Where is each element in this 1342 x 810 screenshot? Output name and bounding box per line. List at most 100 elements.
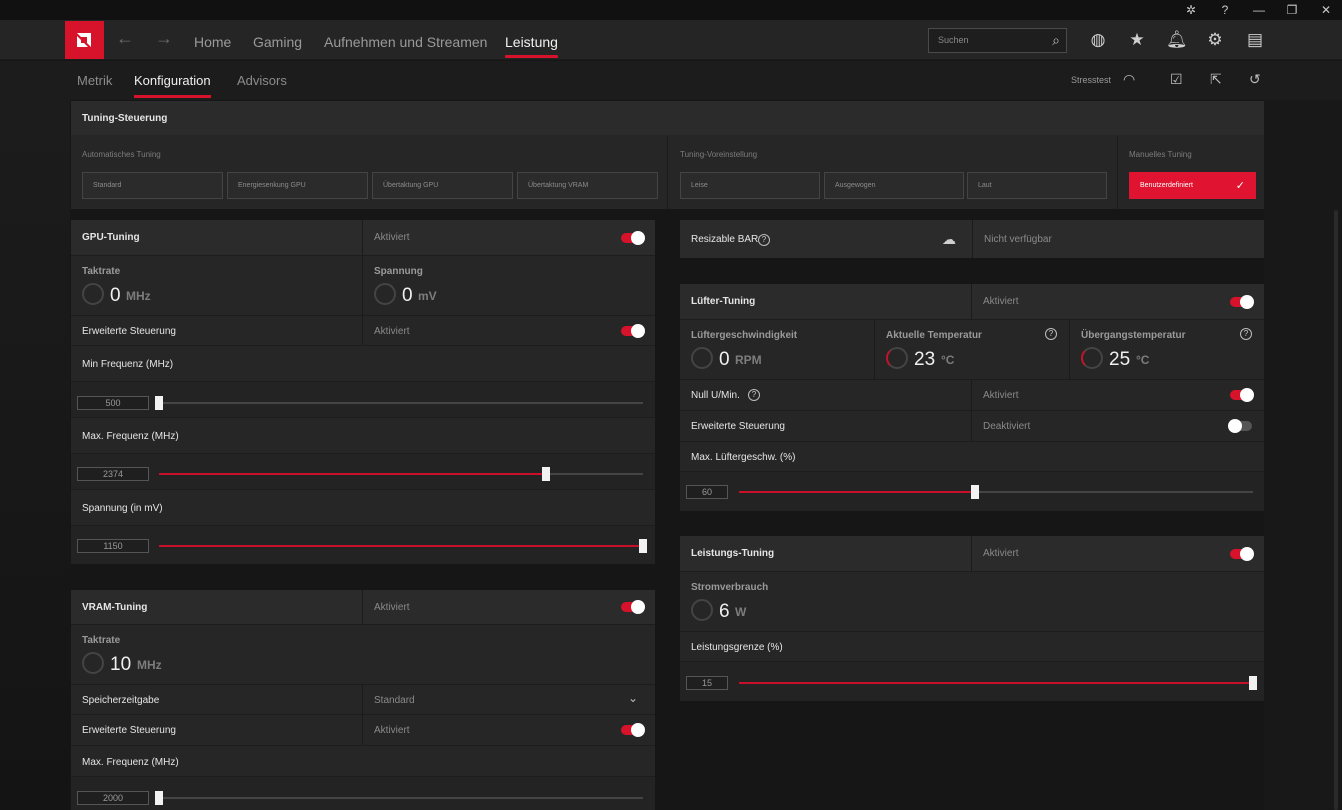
gpu-tuning-toggle[interactable] [621,231,645,245]
help-icon[interactable]: ? [1210,0,1240,20]
layout-icon[interactable]: ▤ [1245,30,1265,50]
gpu-max-freq-slider-row: 2374 [71,453,655,489]
fan-max-speed-label: Max. Lüftergeschw. (%) [691,452,796,463]
gear-icon[interactable]: ⚙ [1205,30,1225,50]
help-icon[interactable]: ? [758,234,770,246]
fan-tuning-toggle[interactable] [1230,295,1254,309]
gpu-max-freq-input[interactable]: 2374 [77,467,149,481]
power-tuning-toggle[interactable] [1230,547,1254,561]
zero-rpm-toggle[interactable] [1230,388,1254,402]
gpu-voltage-input[interactable]: 1150 [77,539,149,553]
gpu-clock-label: Taktrate [82,266,121,277]
junction-temp-label: Übergangstemperatur [1081,330,1186,341]
gpu-voltage-value: 0 [402,285,413,306]
gpu-min-freq-row: Min Frequenz (MHz) [71,345,655,381]
vram-advanced-row: Erweiterte Steuerung Aktiviert [71,714,655,746]
slider-fill [159,473,547,475]
gpu-tuning-state: Aktiviert [374,232,410,243]
preset-loud-button[interactable]: Laut [967,172,1107,199]
star-icon[interactable]: ★ [1127,30,1147,50]
globe-icon[interactable]: ◍ [1088,30,1108,50]
gpu-max-freq-slider[interactable] [159,467,643,481]
save-profile-icon[interactable]: ☑ [1170,71,1183,88]
fan-max-speed-input[interactable]: 60 [686,485,728,499]
tab-metrics[interactable]: Metrik [77,73,112,88]
forward-arrow-icon[interactable]: → [155,28,173,49]
export-icon[interactable]: ⇱ [1210,71,1222,88]
vram-clock-value: 10 [110,654,132,675]
search-icon: ⌕ [1052,32,1060,48]
gpu-min-freq-input[interactable]: 500 [77,396,149,410]
fan-speed-value: 0 [719,349,730,370]
slider-thumb[interactable] [155,396,163,410]
zero-rpm-label: Null U/Min. [691,390,740,401]
tab-configuration[interactable]: Konfiguration [134,73,211,98]
gpu-tuning-panel: GPU-Tuning Aktiviert Taktrate 0 MHz Span… [71,220,655,564]
slider-fill [739,491,976,493]
gpu-advanced-toggle[interactable] [621,324,645,338]
reset-icon[interactable]: ↺ [1249,71,1261,88]
auto-standard-button[interactable]: Standard [82,172,223,199]
gpu-advanced-label: Erweiterte Steuerung [82,326,176,337]
fan-max-speed-slider[interactable] [739,485,1253,499]
maximize-button[interactable]: ❐ [1277,0,1307,20]
power-limit-input[interactable]: 15 [686,676,728,690]
memory-timing-value[interactable]: Standard [374,695,415,706]
scrollbar[interactable] [1334,210,1338,810]
power-tuning-title: Leistungs-Tuning [691,548,775,559]
gpu-voltage-slider-row: 1150 [71,525,655,564]
manual-custom-button[interactable]: Benutzerdefiniert ✓ [1129,172,1256,199]
power-tuning-panel: Leistungs-Tuning Aktiviert Stromverbrauc… [680,536,1264,701]
nav-performance[interactable]: Leistung [505,34,558,58]
help-icon[interactable]: ? [1045,328,1057,340]
slider-thumb[interactable] [155,791,163,805]
bell-icon[interactable]: 🔔︎ [1166,30,1188,50]
tuning-control-header: Tuning-Steuerung [71,101,1264,135]
vram-max-freq-slider[interactable] [155,791,643,805]
slider-thumb[interactable] [639,539,647,553]
amd-logo[interactable] [65,21,104,59]
preset-balanced-button[interactable]: Ausgewogen [824,172,964,199]
vram-max-freq-input[interactable]: 2000 [77,791,149,805]
slider-thumb[interactable] [971,485,980,499]
power-limit-slider[interactable] [739,676,1257,690]
help-icon[interactable]: ? [748,389,760,401]
nav-record-stream[interactable]: Aufnehmen und Streamen [324,34,487,50]
help-icon[interactable]: ? [1240,328,1252,340]
gpu-voltage-slider[interactable] [159,539,647,553]
power-usage-row: Stromverbrauch 6 W [680,571,1264,631]
search-input[interactable]: Suchen ⌕ [928,28,1067,53]
auto-undervolt-gpu-button[interactable]: Energiesenkung GPU [227,172,368,199]
vram-advanced-toggle[interactable] [621,723,645,737]
slider-thumb[interactable] [542,467,551,481]
gpu-voltage-unit: mV [418,289,437,303]
chevron-down-icon[interactable]: ⌄ [628,691,638,705]
power-usage-value: 6 [719,601,730,622]
current-temp-gauge [886,347,908,369]
bug-report-icon[interactable]: ✲ [1176,0,1206,20]
close-button[interactable]: ✕ [1311,0,1341,20]
stresstest-gauge-icon[interactable]: ◠ [1123,71,1135,88]
stresstest-label[interactable]: Stresstest [1071,75,1111,85]
minimize-button[interactable]: — [1244,0,1274,20]
auto-overclock-vram-button[interactable]: Übertaktung VRAM [517,172,658,199]
gpu-voltage-gauge [374,283,396,305]
fan-advanced-toggle[interactable] [1228,419,1252,433]
power-tuning-header: Leistungs-Tuning Aktiviert [680,536,1264,571]
back-arrow-icon[interactable]: ← [116,28,134,49]
gpu-max-freq-label: Max. Frequenz (MHz) [82,431,179,442]
vram-tuning-toggle[interactable] [621,600,645,614]
divider [667,136,668,209]
auto-overclock-gpu-button[interactable]: Übertaktung GPU [372,172,513,199]
gpu-max-freq-row: Max. Frequenz (MHz) [71,417,655,453]
nav-home[interactable]: Home [194,34,231,50]
slider-thumb[interactable] [1249,676,1257,690]
vram-clock-unit: MHz [137,658,162,672]
slider-fill [739,682,1253,684]
nav-gaming[interactable]: Gaming [253,34,302,50]
tab-advisors[interactable]: Advisors [237,73,287,88]
preset-quiet-button[interactable]: Leise [680,172,820,199]
vram-metrics-row: Taktrate 10 MHz [71,624,655,684]
gpu-min-freq-slider[interactable] [155,396,643,410]
memory-timing-row[interactable]: Speicherzeitgabe Standard ⌄ [71,684,655,715]
